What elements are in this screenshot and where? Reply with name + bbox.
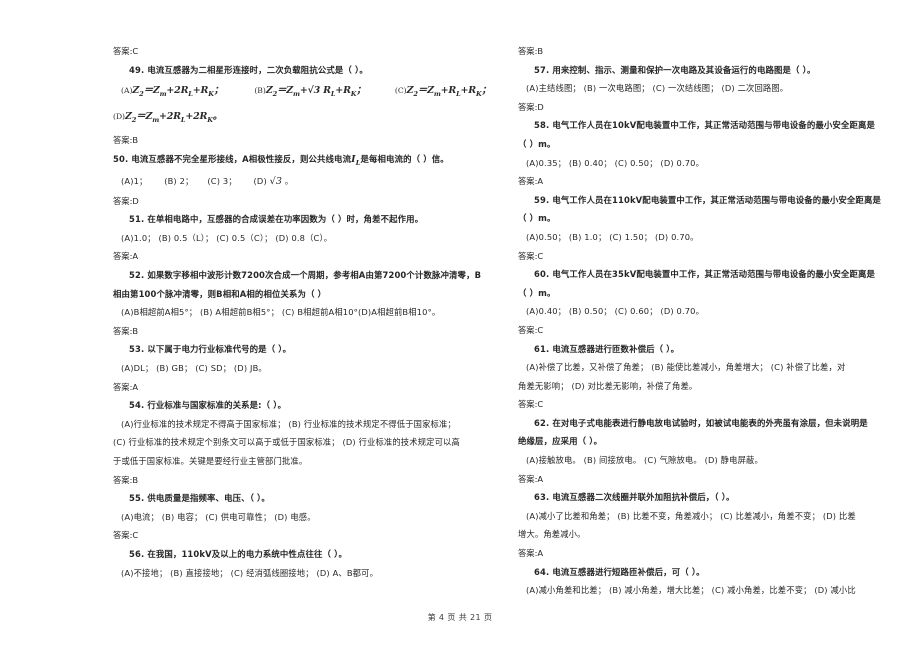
answer-line: 答案:C	[113, 46, 139, 56]
answer-line: 答案:C	[518, 399, 544, 410]
answer-line: 答案:A	[113, 381, 139, 392]
right-column: 答案:B 57. 用来控制、指示、测量和保护一次电路及其设备运行的电路图是（ ）…	[460, 42, 920, 600]
answer-line: 答案:B	[113, 134, 139, 145]
question-54-options-cont-2: 于或低于国家标准。关键是要经行业主管部门批准。	[113, 455, 308, 466]
question-49: 49. 电流互感器为二相星形连接时，二次负载阻抗公式是（ ）。	[129, 64, 368, 75]
question-60-cont: （ ）m。	[518, 287, 556, 298]
question-49-option-d-formula: (D)Z2＝Zm+2RL+2RK。	[113, 105, 450, 131]
question-52-cont: 相由第100个脉冲清零，则B相和A相的相位关系为（ ）	[113, 288, 327, 299]
question-54: 54. 行业标准与国家标准的关系是:（ ）。	[129, 400, 287, 411]
answer-line: 答案:C	[113, 530, 139, 541]
formula-option-a: Z2＝Zm+2RL+RK；	[132, 85, 224, 99]
option-label-b: (B)	[254, 86, 266, 96]
question-62: 62. 在对电子式电能表进行静电放电试验时，如被试电能表的外壳虽有涂层，但未说明…	[534, 417, 868, 428]
question-55: 55. 供电质量是指频率、电压、（ ）。	[129, 493, 270, 504]
answer-line: 答案:D	[518, 101, 544, 112]
two-column-body: 答案:C 49. 电流互感器为二相星形连接时，二次负载阻抗公式是（ ）。 (A)…	[0, 42, 920, 600]
question-61-options: (A)补偿了比差，又补偿了角差； (B) 能使比差减小，角差增大； (C) 补偿…	[526, 362, 846, 373]
answer-line: 答案:B	[518, 46, 544, 56]
question-63-options-cont: 增大。角差减小。	[518, 529, 586, 540]
question-56: 56. 在我国，110kV及以上的电力系统中性点往往（ ）。	[129, 548, 348, 559]
question-51: 51. 在单相电路中，互感器的合成误差在功率因数为（ ）时，角差不起作用。	[129, 214, 424, 225]
left-column: 答案:C 49. 电流互感器为二相星形连接时，二次负载阻抗公式是（ ）。 (A)…	[0, 42, 491, 600]
question-50: 50. 电流互感器不完全星形接线，A相极性接反，则公共线电流IL是每相电流的（ …	[113, 153, 449, 167]
question-57-options: (A)主结线图； (B) 一次电路图； (C) 一次结线图； (D) 二次回路图…	[526, 83, 789, 94]
question-58-options: (A)0.35； (B) 0.40； (C) 0.50； (D) 0.70。	[526, 157, 705, 168]
question-60-options: (A)0.40； (B) 0.50； (C) 0.60； (D) 0.70。	[526, 306, 705, 317]
question-60: 60. 电气工作人员在35kV配电装置中工作，其正常活动范围与带电设备的最小安全…	[534, 269, 876, 280]
formula-option-d: Z2＝Zm+2RL+2RK。	[125, 111, 223, 124]
question-53-options: (A)DL； (B) GB； (C) SD； (D) JB。	[121, 362, 267, 373]
question-62-options: (A)接触放电。 (B) 间接放电。 (C) 气隙放电。 (D) 静电屏蔽。	[526, 455, 763, 466]
page-footer: 第 4 页 共 21 页	[427, 613, 493, 622]
answer-line: 答案:A	[518, 548, 544, 559]
question-57: 57. 用来控制、指示、测量和保护一次电路及其设备运行的电路图是（ ）。	[534, 64, 816, 75]
question-52: 52. 如果数字移相中波形计数7200次合成一个周期，参考相A由第7200个计数…	[129, 270, 482, 281]
answer-line: 答案:C	[518, 324, 544, 335]
question-63-options: (A)减小了比差和角差； (B) 比差不变，角差减小； (C) 比差减小，角差不…	[526, 510, 856, 521]
question-59: 59. 电气工作人员在110kV配电装置中工作，其正常活动范围与带电设备的最小安…	[534, 194, 882, 205]
question-54-options-cont-1: (C) 行业标准的技术规定个别条文可以高于或低于国家标准； (D) 行业标准的技…	[113, 437, 460, 448]
question-61-options-cont: 角差无影响； (D) 对比差无影响，补偿了角差。	[518, 380, 698, 391]
question-56-options: (A)不接地； (B) 直接接地； (C) 经消弧线圈接地； (D) A、B都可…	[121, 567, 379, 578]
question-58-cont: （ ）m。	[518, 138, 556, 149]
answer-line: 答案:A	[518, 176, 544, 187]
current-symbol-il: IL	[351, 153, 361, 167]
question-49-options-formulas: (A)Z2＝Zm+2RL+RK； (B)Z2＝Zm+√3 RL+RK； (C)Z…	[113, 79, 491, 105]
answer-line: 答案:B	[113, 325, 139, 336]
question-53: 53. 以下属于电力行业标准代号的是（ ）。	[129, 344, 292, 355]
question-59-cont: （ ）m。	[518, 213, 556, 224]
sqrt-three: √3	[269, 176, 283, 188]
question-63: 63. 电流互感器二次线圈并联外加阻抗补偿后，（ ）。	[534, 492, 735, 503]
question-52-options: (A)B相超前A相5°； (B) A相超前B相5°； (C) B相超前A相10°…	[121, 307, 441, 318]
question-54-options: (A)行业标准的技术规定不得高于国家标准； (B) 行业标准的技术规定不得低于国…	[121, 418, 456, 429]
answer-line: 答案:A	[518, 473, 544, 484]
question-50-options: (A)1； (B) 2； (C) 3； (D) √3 。	[121, 176, 294, 188]
question-64: 64. 电流互感器进行短路匝补偿后，可（ ）。	[534, 566, 705, 577]
answer-line: 答案:D	[113, 195, 139, 206]
option-label-a: (A)	[121, 86, 133, 96]
question-62-cont: 绝缘层，应采用（ ）。	[518, 436, 603, 447]
option-label-d: (D)	[113, 112, 126, 122]
answer-line: 答案:B	[113, 474, 139, 485]
answer-line: 答案:C	[518, 250, 544, 261]
document-page: 答案:C 49. 电流互感器为二相星形连接时，二次负载阻抗公式是（ ）。 (A)…	[0, 0, 920, 651]
question-55-options: (A)电流； (B) 电容； (C) 供电可靠性； (D) 电感。	[121, 511, 316, 522]
question-58: 58. 电气工作人员在10kV配电装置中工作，其正常活动范围与带电设备的最小安全…	[534, 120, 876, 131]
formula-option-b: Z2＝Zm+√3 RL+RK；	[265, 85, 366, 99]
question-64-options: (A)减小角差和比差； (B) 减小角差，增大比差； (C) 减小角差，比差不变…	[526, 585, 856, 596]
answer-line: 答案:A	[113, 251, 139, 262]
question-59-options: (A)0.50； (B) 1.0； (C) 1.50； (D) 0.70。	[526, 231, 699, 242]
option-label-c: (C)	[394, 86, 407, 96]
question-51-options: (A)1.0； (B) 0.5（L）； (C) 0.5（C）； (D) 0.8（…	[121, 232, 333, 243]
question-61: 61. 电流互感器进行匝数补偿后（ ）。	[534, 343, 680, 354]
